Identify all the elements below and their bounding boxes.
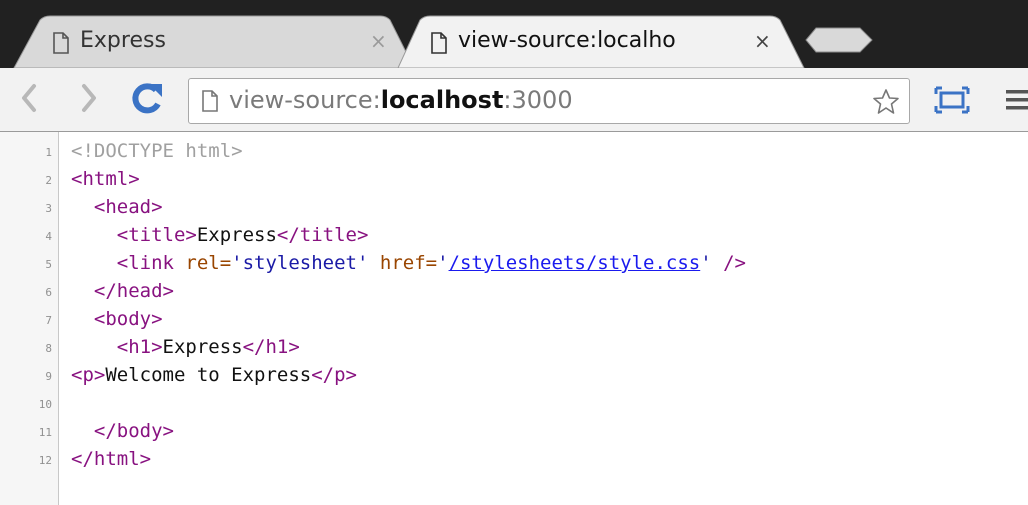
html-tag: </title> bbox=[276, 224, 369, 246]
line-number: 5 bbox=[45, 258, 52, 271]
line-number: 12 bbox=[38, 454, 52, 467]
tab-view-source[interactable]: view-source:localho × bbox=[428, 18, 778, 66]
html-tag: </head> bbox=[93, 280, 174, 302]
line-number: 6 bbox=[45, 286, 52, 299]
attribute-name: href= bbox=[368, 252, 438, 274]
tab-express-label: Express bbox=[80, 28, 166, 53]
attribute-quote: ' bbox=[700, 252, 712, 274]
code-line: </body> bbox=[71, 420, 174, 442]
line-number-gutter: 1 2 3 4 5 6 7 8 9 10 11 12 bbox=[0, 132, 59, 505]
tab-express[interactable]: Express × bbox=[48, 18, 388, 66]
html-tag: <html> bbox=[71, 168, 140, 190]
page-icon bbox=[53, 32, 69, 54]
line-number: 9 bbox=[45, 370, 52, 383]
line-number: 3 bbox=[45, 202, 52, 215]
html-tag: <link bbox=[116, 252, 174, 274]
bookmark-star-icon[interactable] bbox=[871, 87, 901, 117]
tab-view-source-label: view-source:localho bbox=[458, 28, 676, 53]
code-line: <link rel='stylesheet' href='/stylesheet… bbox=[71, 252, 746, 274]
url-port: :3000 bbox=[503, 86, 573, 114]
line-number: 1 bbox=[45, 146, 52, 159]
page-icon bbox=[202, 90, 218, 112]
line-number: 11 bbox=[38, 426, 52, 439]
doctype: <!DOCTYPE html> bbox=[71, 140, 243, 162]
menu-icon[interactable] bbox=[1004, 86, 1028, 114]
text-node: Express bbox=[196, 224, 277, 246]
line-number: 2 bbox=[45, 174, 52, 187]
tab-strip: Express × view-source:localho × bbox=[0, 0, 1028, 69]
line-number: 10 bbox=[38, 398, 52, 411]
url-scheme: view-source: bbox=[229, 86, 381, 114]
back-arrow-icon[interactable] bbox=[14, 78, 44, 118]
toolbar: view-source:localhost:3000 bbox=[0, 68, 1028, 132]
line-number: 7 bbox=[45, 314, 52, 327]
address-bar[interactable]: view-source:localhost:3000 bbox=[188, 78, 910, 124]
source-view: 1 2 3 4 5 6 7 8 9 10 11 12 <!DOCTYPE htm… bbox=[0, 132, 1028, 505]
code-line: </head> bbox=[71, 280, 174, 302]
html-tag: <body> bbox=[93, 308, 163, 330]
page-icon bbox=[431, 32, 447, 54]
line-number: 4 bbox=[45, 230, 52, 243]
attribute-value: 'stylesheet' bbox=[231, 252, 369, 274]
html-tag: </html> bbox=[71, 448, 152, 470]
code-line: <title>Express</title> bbox=[71, 224, 369, 246]
html-tag: </h1> bbox=[242, 336, 300, 358]
html-tag: /> bbox=[711, 252, 746, 274]
stylesheet-link[interactable]: /stylesheets/style.css bbox=[449, 252, 701, 274]
text-node: Express bbox=[162, 336, 243, 358]
reload-icon[interactable] bbox=[128, 80, 166, 118]
html-tag: <title> bbox=[116, 224, 197, 246]
attribute-quote: ' bbox=[437, 252, 449, 274]
url-host: localhost bbox=[380, 86, 504, 114]
code-line: <body> bbox=[71, 308, 163, 330]
cast-screen-icon[interactable] bbox=[932, 84, 972, 116]
forward-arrow-icon[interactable] bbox=[74, 78, 104, 118]
browser-window: Express × view-source:localho × view-sou… bbox=[0, 0, 1028, 505]
attribute-name: rel= bbox=[173, 252, 232, 274]
html-tag: <h1> bbox=[116, 336, 163, 358]
url-text: view-source:localhost:3000 bbox=[229, 86, 573, 114]
html-tag: </body> bbox=[93, 420, 174, 442]
html-tag: <p> bbox=[71, 364, 106, 386]
close-icon[interactable]: × bbox=[370, 29, 387, 53]
code-line: </html> bbox=[71, 448, 151, 470]
line-number: 8 bbox=[45, 342, 52, 355]
code-line: <h1>Express</h1> bbox=[71, 336, 300, 358]
html-tag: </p> bbox=[311, 364, 357, 386]
html-tag: <head> bbox=[93, 196, 163, 218]
code-line: <head> bbox=[71, 196, 163, 218]
code-line: <!DOCTYPE html> bbox=[71, 140, 243, 162]
new-tab-button[interactable] bbox=[805, 27, 873, 53]
close-icon[interactable]: × bbox=[754, 29, 771, 53]
text-node: Welcome to Express bbox=[105, 364, 312, 386]
code-line: <html> bbox=[71, 168, 140, 190]
code-line: <p>Welcome to Express</p> bbox=[71, 364, 357, 386]
